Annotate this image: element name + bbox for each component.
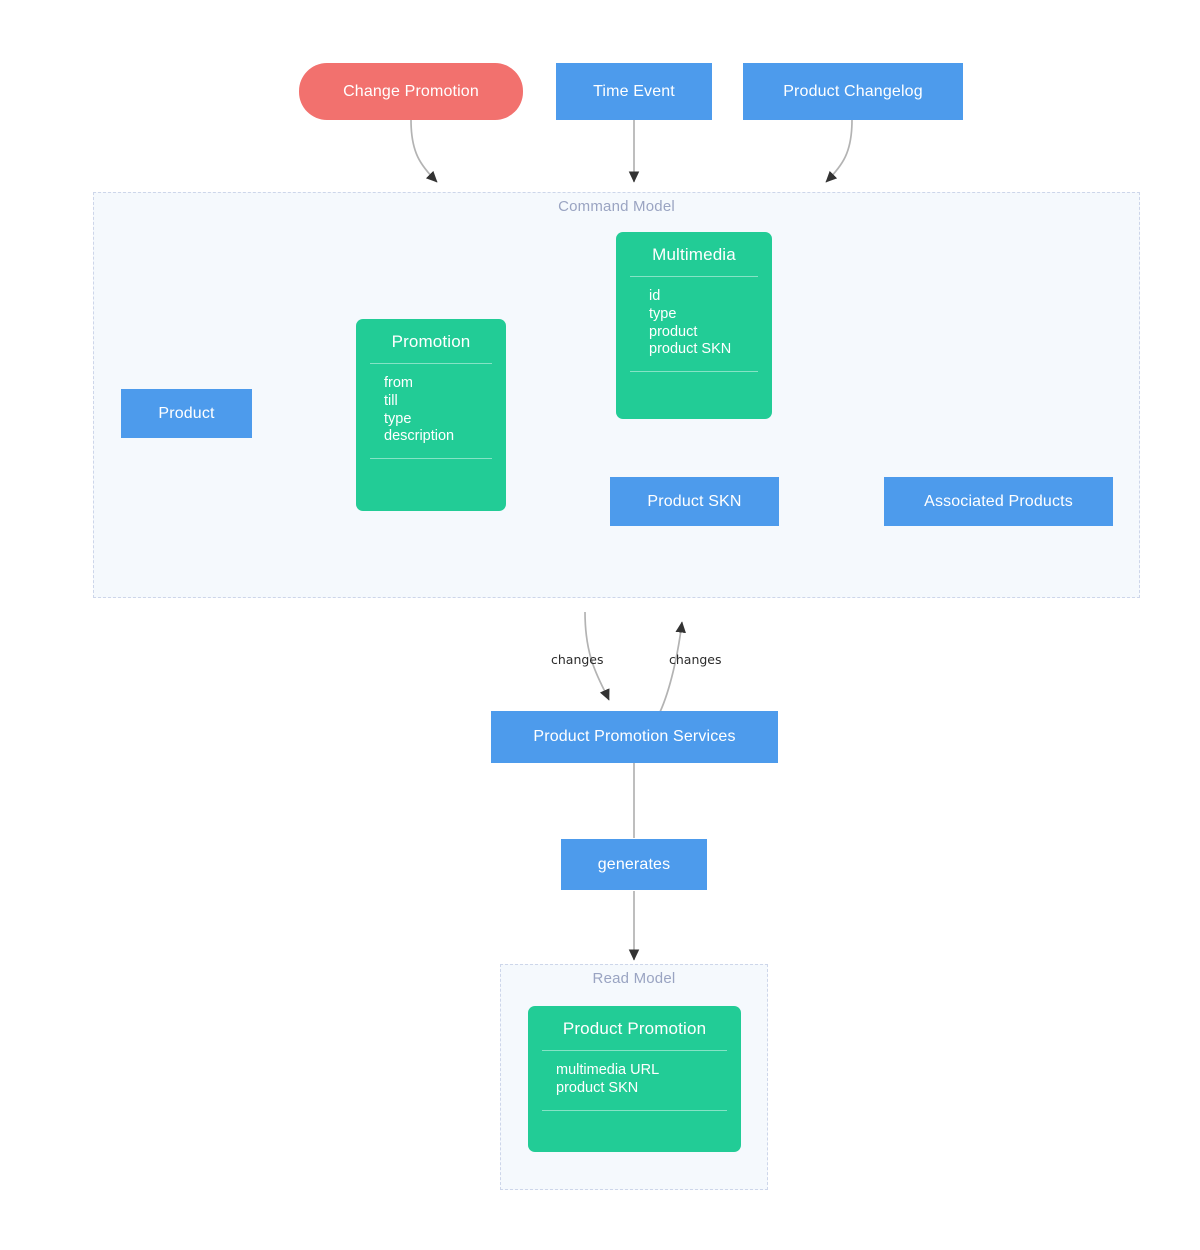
- node-product-promotion-services[interactable]: Product Promotion Services: [491, 711, 778, 763]
- node-product-label: Product: [158, 404, 215, 422]
- attribute-row: product: [649, 323, 698, 340]
- attribute-row: multimedia URL: [556, 1062, 660, 1078]
- node-product-skn-label: Product SKN: [647, 492, 742, 510]
- node-change-promotion-label: Change Promotion: [343, 82, 479, 100]
- attribute-row: id: [649, 288, 661, 304]
- node-promotion[interactable]: Promotion from till type description: [356, 319, 506, 511]
- node-generates[interactable]: generates: [561, 839, 707, 890]
- group-command-model-label: Command Model: [558, 198, 675, 215]
- node-product-promotion-attributes: multimedia URL product SKN: [528, 1051, 741, 1110]
- edge-change-promotion-to-command-model: [410, 119, 438, 183]
- node-change-promotion[interactable]: Change Promotion: [299, 63, 523, 120]
- attribute-row: type: [384, 410, 412, 427]
- divider: [542, 1109, 727, 1111]
- divider: [630, 371, 758, 373]
- edge-product-changelog-to-command-model: [825, 119, 853, 183]
- edge-label-changes-right: changes: [669, 652, 722, 667]
- node-promotion-attributes: from till type description: [356, 364, 506, 458]
- node-product[interactable]: Product: [121, 389, 252, 438]
- divider: [370, 458, 492, 460]
- node-associated-products[interactable]: Associated Products: [884, 477, 1113, 526]
- attribute-row: product SKN: [556, 1079, 639, 1096]
- attribute-row: product SKN: [649, 341, 732, 358]
- attribute-row: type: [649, 305, 677, 322]
- node-generates-label: generates: [597, 855, 671, 873]
- node-product-changelog-label: Product Changelog: [783, 82, 923, 100]
- node-product-promotion[interactable]: Product Promotion multimedia URL product…: [528, 1006, 741, 1152]
- node-product-changelog[interactable]: Product Changelog: [743, 63, 963, 120]
- node-product-skn[interactable]: Product SKN: [610, 477, 779, 526]
- diagram-canvas: Change Promotion Time Event Product Chan…: [0, 0, 1200, 1250]
- node-product-promotion-title: Product Promotion: [562, 1019, 707, 1038]
- edge-label-changes-left: changes: [551, 652, 604, 667]
- node-product-promotion-services-label: Product Promotion Services: [533, 728, 736, 746]
- attribute-row: from: [384, 375, 413, 391]
- attribute-row: till: [384, 392, 398, 409]
- node-time-event[interactable]: Time Event: [556, 63, 712, 120]
- node-promotion-title: Promotion: [391, 332, 471, 351]
- node-time-event-label: Time Event: [593, 82, 675, 100]
- edge-services-to-command-model: [659, 621, 686, 713]
- node-associated-products-label: Associated Products: [924, 492, 1073, 510]
- attribute-row: description: [384, 428, 455, 445]
- node-multimedia-title: Multimedia: [652, 245, 736, 264]
- group-read-model-label: Read Model: [592, 970, 676, 987]
- node-multimedia-attributes: id type product product SKN: [616, 277, 772, 371]
- node-multimedia[interactable]: Multimedia id type product product SKN: [616, 232, 772, 419]
